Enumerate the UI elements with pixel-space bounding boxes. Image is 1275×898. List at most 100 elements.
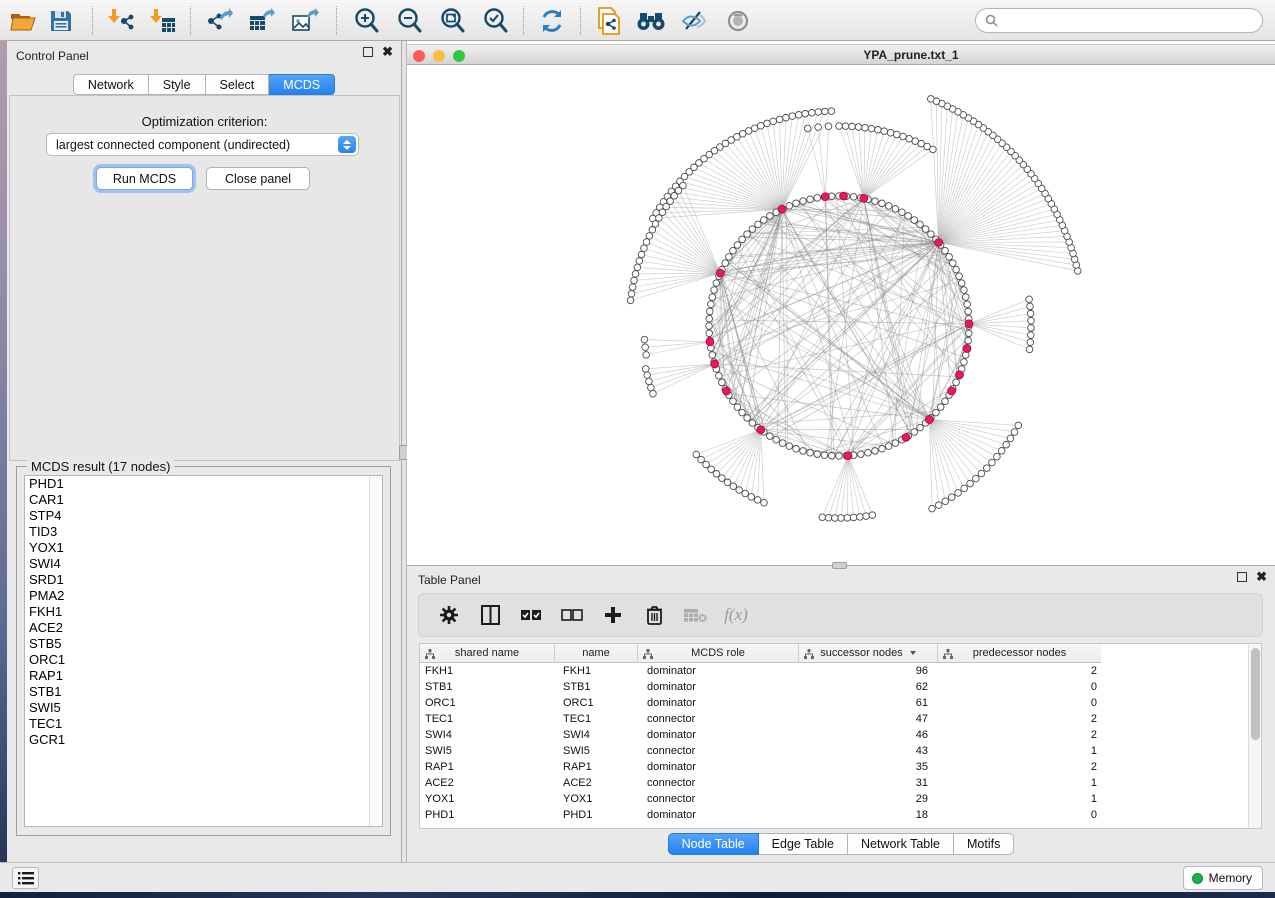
import-table-icon[interactable] <box>148 7 178 34</box>
mcds-graph-node[interactable] <box>778 205 786 213</box>
table-cell[interactable]: YOX1 <box>555 791 638 807</box>
graph-node[interactable] <box>953 379 960 386</box>
graph-node[interactable] <box>828 452 835 459</box>
table-row[interactable]: SWI5SWI5connector431 <box>420 743 1249 759</box>
graph-node[interactable] <box>956 273 963 280</box>
graph-node[interactable] <box>760 217 767 224</box>
table-cell[interactable]: 0 <box>938 807 1101 823</box>
mcds-graph-node[interactable] <box>711 360 719 368</box>
graph-node[interactable] <box>868 125 875 132</box>
table-cell[interactable]: 2 <box>938 727 1101 743</box>
graph-node[interactable] <box>734 404 741 411</box>
zoom-out-icon[interactable] <box>394 7 424 34</box>
mcds-result-item[interactable]: CAR1 <box>25 492 382 508</box>
open-folder-icon[interactable] <box>8 7 38 34</box>
close-panel-button[interactable]: Close panel <box>206 167 310 190</box>
graph-node[interactable] <box>722 260 729 267</box>
graph-node[interactable] <box>709 294 716 301</box>
mcds-result-item[interactable]: ACE2 <box>25 620 382 636</box>
memory-button[interactable]: Memory <box>1183 866 1263 890</box>
graph-node[interactable] <box>807 196 814 203</box>
tab-select[interactable]: Select <box>206 74 270 95</box>
graph-node[interactable] <box>641 245 648 252</box>
graph-node[interactable] <box>713 280 720 287</box>
save-icon[interactable] <box>46 7 76 34</box>
table-cell[interactable]: 43 <box>799 743 938 759</box>
graph-node[interactable] <box>739 409 746 416</box>
graph-node[interactable] <box>905 213 912 220</box>
graph-node[interactable] <box>922 226 929 233</box>
table-cell[interactable]: PHD1 <box>555 807 638 823</box>
mcds-graph-node[interactable] <box>844 452 852 460</box>
mcds-graph-node[interactable] <box>963 345 971 353</box>
search-input[interactable] <box>1003 14 1243 28</box>
graph-node[interactable] <box>776 116 783 123</box>
table-cell[interactable]: dominator <box>638 727 799 743</box>
float-panel-icon[interactable] <box>363 47 373 57</box>
graph-node[interactable] <box>629 284 636 291</box>
graph-node[interactable] <box>872 198 879 205</box>
graph-node[interactable] <box>836 123 843 130</box>
mcds-result-item[interactable]: STB1 <box>25 684 382 700</box>
mcds-graph-node[interactable] <box>965 320 973 328</box>
graph-node[interactable] <box>929 505 936 512</box>
graph-node[interactable] <box>953 266 960 273</box>
graph-node[interactable] <box>894 131 901 138</box>
graph-node[interactable] <box>1027 339 1034 346</box>
graph-node[interactable] <box>716 372 723 379</box>
graph-node[interactable] <box>764 120 771 127</box>
graph-node[interactable] <box>779 440 786 447</box>
table-scrollbar-thumb[interactable] <box>1251 648 1260 740</box>
graph-node[interactable] <box>632 271 639 278</box>
graph-node[interactable] <box>961 287 968 294</box>
settings-gear-icon[interactable] <box>437 603 461 627</box>
table-cell[interactable]: RAP1 <box>555 759 638 775</box>
mcds-graph-node[interactable] <box>956 371 964 379</box>
graph-node[interactable] <box>850 194 857 201</box>
graph-node[interactable] <box>887 129 894 136</box>
graph-node[interactable] <box>795 111 802 118</box>
graph-node[interactable] <box>994 453 1001 460</box>
graph-node[interactable] <box>964 301 971 308</box>
table-cell[interactable]: 31 <box>799 775 938 791</box>
graph-node[interactable] <box>804 125 811 132</box>
graph-node[interactable] <box>755 221 762 228</box>
table-cell[interactable]: ACE2 <box>420 775 555 791</box>
mcds-graph-node[interactable] <box>948 387 956 395</box>
graph-node[interactable] <box>911 429 918 436</box>
import-network-icon[interactable] <box>106 7 136 34</box>
graph-node[interactable] <box>643 352 650 359</box>
mcds-graph-node[interactable] <box>716 269 724 277</box>
graph-node[interactable] <box>892 206 899 213</box>
graph-node[interactable] <box>961 485 968 492</box>
graph-node[interactable] <box>650 390 657 397</box>
graph-node[interactable] <box>1027 310 1034 317</box>
graph-node[interactable] <box>802 110 809 117</box>
graph-node[interactable] <box>825 514 832 521</box>
graph-node[interactable] <box>711 287 718 294</box>
table-scrollbar[interactable] <box>1248 645 1261 828</box>
table-cell[interactable]: connector <box>638 775 799 791</box>
tab-motifs[interactable]: Motifs <box>954 833 1014 855</box>
mcds-graph-node[interactable] <box>840 192 848 200</box>
graph-node[interactable] <box>814 451 821 458</box>
table-cell[interactable]: ORC1 <box>420 695 555 711</box>
table-cell[interactable]: 96 <box>799 663 938 679</box>
graph-node[interactable] <box>761 499 768 506</box>
table-cell[interactable]: 2 <box>938 663 1101 679</box>
graph-node[interactable] <box>734 242 741 249</box>
graph-node[interactable] <box>885 203 892 210</box>
export-table-icon[interactable] <box>247 7 277 34</box>
graph-node[interactable] <box>906 135 913 142</box>
mcds-graph-node[interactable] <box>822 193 830 201</box>
graph-node[interactable] <box>736 487 743 494</box>
graph-node[interactable] <box>713 470 720 477</box>
graph-node[interactable] <box>748 494 755 501</box>
graph-node[interactable] <box>767 433 774 440</box>
graph-node[interactable] <box>899 209 906 216</box>
show-hide-panel-icon[interactable] <box>679 7 709 34</box>
graph-node[interactable] <box>885 443 892 450</box>
graph-node[interactable] <box>917 424 924 431</box>
table-cell[interactable]: STB1 <box>555 679 638 695</box>
column-header-mcds-role[interactable]: MCDS role <box>638 644 799 663</box>
